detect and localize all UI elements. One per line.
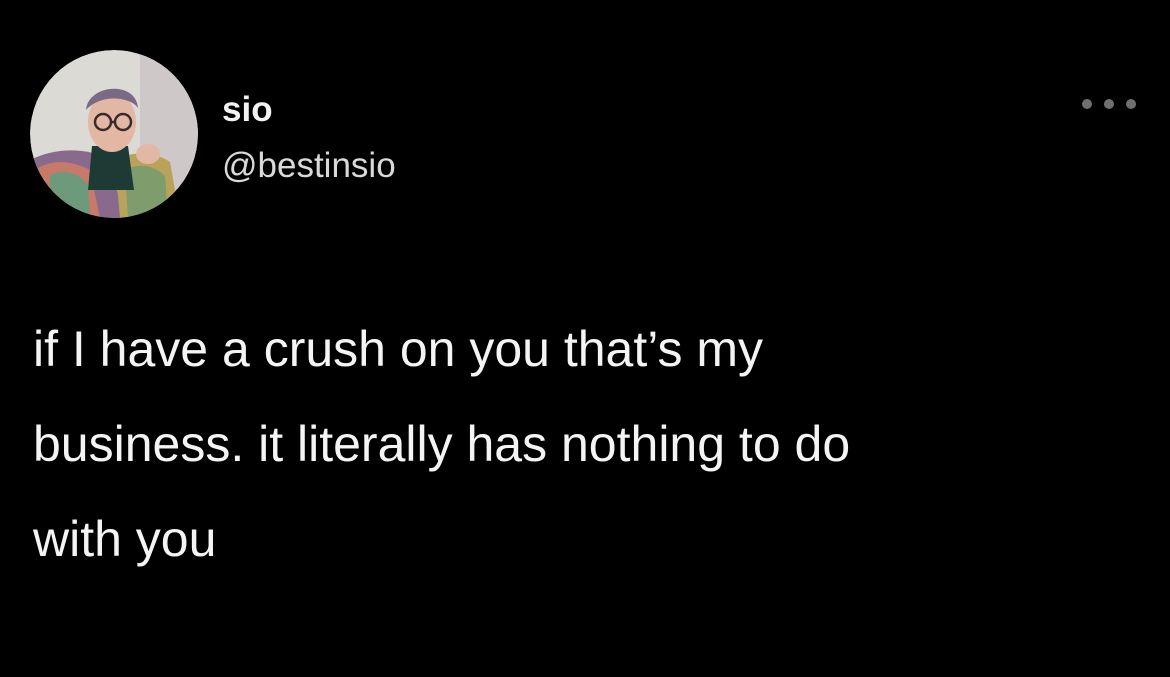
username-handle[interactable]: @bestinsio bbox=[222, 146, 396, 186]
more-horizontal-icon bbox=[1126, 99, 1136, 109]
display-name[interactable]: sio bbox=[222, 90, 273, 130]
more-options-button[interactable] bbox=[1082, 92, 1136, 116]
avatar-image bbox=[30, 50, 198, 218]
avatar[interactable] bbox=[30, 50, 198, 218]
more-horizontal-icon bbox=[1082, 99, 1092, 109]
more-horizontal-icon bbox=[1104, 99, 1114, 109]
tweet-card: sio @bestinsio if I have a crush on you … bbox=[0, 0, 1170, 677]
tweet-text: if I have a crush on you that’s my busin… bbox=[33, 321, 851, 567]
